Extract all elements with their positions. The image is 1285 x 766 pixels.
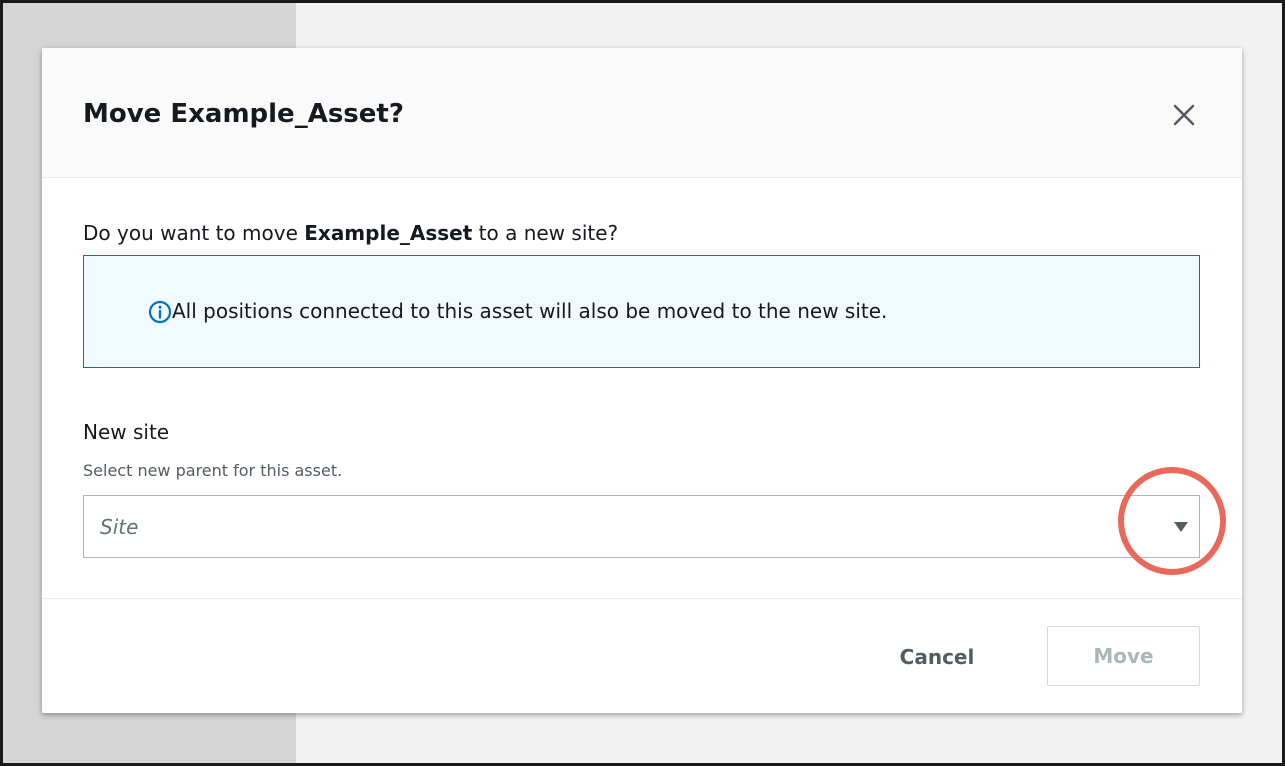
cancel-button[interactable]: Cancel	[880, 627, 994, 687]
modal-header: Move Example_Asset?	[42, 48, 1242, 178]
close-button[interactable]	[1167, 98, 1201, 132]
prompt-asset-name: Example_Asset	[304, 221, 473, 245]
close-icon	[1173, 104, 1195, 126]
new-site-description: Select new parent for this asset.	[83, 461, 343, 480]
alert-message: All positions connected to this asset wi…	[172, 299, 888, 323]
move-button[interactable]: Move	[1047, 626, 1200, 686]
modal-title: Move Example_Asset?	[83, 99, 404, 129]
prompt-suffix: to a new site?	[472, 221, 619, 245]
prompt-prefix: Do you want to move	[83, 221, 305, 245]
new-site-placeholder: Site	[100, 515, 139, 539]
modal-footer: Cancel Move	[42, 598, 1242, 714]
new-site-select[interactable]: Site	[83, 495, 1200, 558]
info-icon	[148, 300, 172, 324]
info-alert: All positions connected to this asset wi…	[83, 255, 1200, 368]
move-asset-modal: Move Example_Asset? Do you want to move …	[42, 48, 1242, 713]
new-site-label: New site	[83, 420, 170, 444]
move-prompt: Do you want to move Example_Asset to a n…	[83, 218, 618, 248]
caret-down-icon[interactable]	[1172, 520, 1190, 534]
